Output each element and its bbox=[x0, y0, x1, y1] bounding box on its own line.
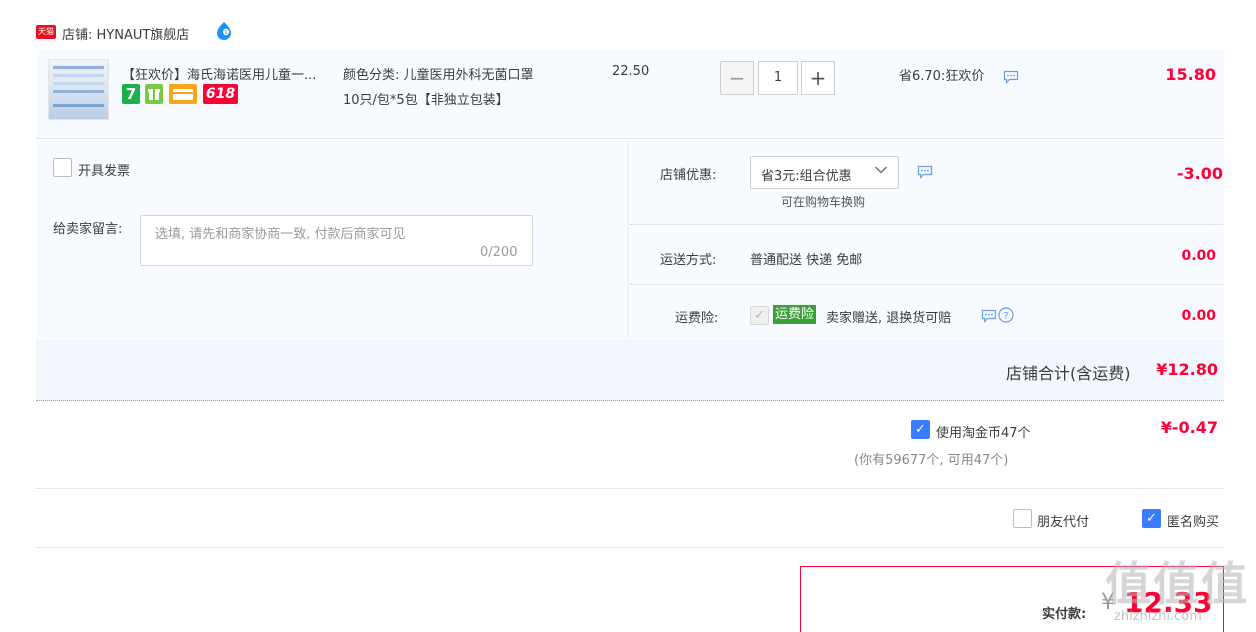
svg-text:1: 1 bbox=[224, 30, 227, 36]
shipping-amount: 0.00 bbox=[1181, 248, 1216, 264]
insurance-tag: 运费险 bbox=[773, 305, 817, 324]
chat-bubble-icon[interactable] bbox=[981, 309, 997, 323]
invoice-checkbox[interactable] bbox=[53, 158, 72, 177]
shop-total-label: 店铺合计(含运费) bbox=[1006, 364, 1131, 383]
quantity-stepper: − 1 + bbox=[720, 61, 835, 95]
seven-day-return-badge: 7 bbox=[122, 84, 140, 104]
product-thumbnail[interactable] bbox=[48, 59, 109, 120]
sku-spec-line1: 颜色分类: 儿童医用外科无菌口罩 bbox=[343, 68, 534, 83]
unit-price: 22.50 bbox=[612, 64, 650, 79]
promo-618-badge: 618 bbox=[203, 84, 238, 104]
help-question-icon[interactable]: ? bbox=[998, 307, 1014, 323]
use-coins-checkbox[interactable]: ✓ bbox=[911, 420, 930, 439]
watermark-logo: 值值值 bbox=[1105, 557, 1249, 611]
watermark-url: zhizhizhi.com bbox=[1114, 609, 1202, 624]
chat-bubble-icon[interactable] bbox=[917, 165, 933, 179]
saving-text: 省6.70:狂欢价 bbox=[899, 69, 985, 84]
use-coins-label[interactable]: 使用淘金币47个 bbox=[936, 422, 1031, 441]
insurance-amount: 0.00 bbox=[1181, 308, 1216, 324]
insurance-checkbox: ✓ bbox=[750, 306, 769, 325]
product-name-link[interactable]: 【狂欢价】海氏海诺医用儿童一... bbox=[122, 64, 316, 83]
chat-bubble-icon[interactable] bbox=[1003, 70, 1019, 84]
sku-spec-line2: 10只/包*5包【非独立包装】 bbox=[343, 93, 509, 108]
shipping-label: 运送方式: bbox=[660, 253, 717, 268]
quantity-input[interactable]: 1 bbox=[758, 61, 798, 95]
shop-total-value: ¥12.80 bbox=[1156, 360, 1218, 379]
seller-memo-placeholder: 选填, 请先和商家协商一致, 付款后商家可见 bbox=[155, 227, 406, 242]
anonymous-purchase-label[interactable]: 匿名购买 bbox=[1167, 511, 1219, 530]
anonymous-purchase-checkbox[interactable]: ✓ bbox=[1142, 509, 1161, 528]
item-subtotal: 15.80 bbox=[1165, 65, 1216, 84]
coins-deduction: ¥-0.47 bbox=[1160, 418, 1218, 437]
invoice-label[interactable]: 开具发票 bbox=[78, 160, 130, 179]
discount-amount: -3.00 bbox=[1176, 164, 1223, 183]
wangwang-chat-icon[interactable]: 1 bbox=[214, 21, 234, 41]
coins-balance-note: (你有59677个, 可用47个) bbox=[854, 453, 1009, 468]
shop-discount-selected[interactable]: 省3元:组合优惠 bbox=[761, 165, 852, 184]
increase-quantity-button[interactable]: + bbox=[801, 61, 835, 95]
divider bbox=[36, 547, 1224, 548]
shop-discount-label: 店铺优惠: bbox=[660, 168, 717, 183]
tmall-logo: 天猫 bbox=[36, 25, 56, 39]
svg-text:?: ? bbox=[1003, 311, 1008, 322]
shop-discount-row bbox=[630, 141, 1224, 225]
actual-payment-label: 实付款: bbox=[1042, 607, 1087, 622]
shop-name[interactable]: 店铺: HYNAUT旗舰店 bbox=[62, 24, 189, 43]
credit-card-badge-icon bbox=[169, 84, 197, 104]
insurance-label: 运费险: bbox=[675, 311, 719, 326]
chevron-down-icon[interactable] bbox=[874, 163, 888, 177]
friend-pay-label[interactable]: 朋友代付 bbox=[1037, 511, 1089, 530]
friend-pay-checkbox[interactable] bbox=[1013, 509, 1032, 528]
discount-note: 可在购物车换购 bbox=[781, 195, 866, 209]
shipping-method: 普通配送 快递 免邮 bbox=[750, 253, 863, 268]
seller-memo-label: 给卖家留言: bbox=[53, 222, 123, 237]
divider bbox=[36, 488, 1224, 489]
insurance-description: 卖家赠送, 退换货可赔 bbox=[826, 311, 952, 326]
memo-char-counter: 0/200 bbox=[480, 245, 518, 260]
decrease-quantity-button[interactable]: − bbox=[720, 61, 754, 95]
shipping-row bbox=[630, 226, 1224, 285]
gift-badge-icon bbox=[145, 84, 163, 104]
